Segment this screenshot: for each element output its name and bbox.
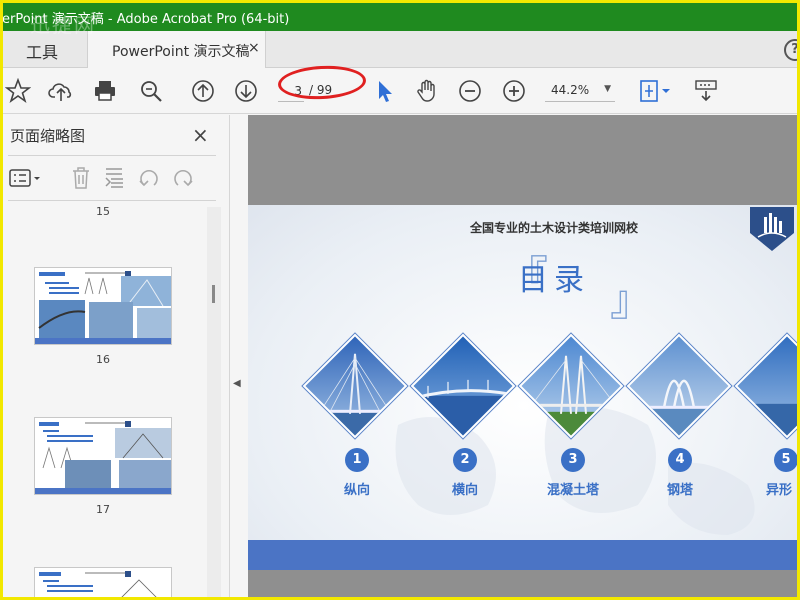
hand-icon[interactable]	[414, 78, 440, 104]
page-up-icon[interactable]	[190, 78, 216, 104]
slide-bracket-right: 』	[610, 276, 653, 325]
page-down-icon[interactable]	[233, 78, 259, 104]
sidebar-close-icon[interactable]: ×	[192, 123, 209, 147]
toc-label-1[interactable]: 纵向	[317, 479, 397, 498]
slide-title: 目录	[518, 263, 590, 298]
document-viewport[interactable]: 全国专业的土木设计类培训网校 『 目录 』 1 2 3 4 5 纵向 横向 混凝…	[248, 115, 800, 600]
zoom-search-icon[interactable]	[138, 78, 164, 104]
thumbnail-label: 17	[96, 503, 110, 516]
chevron-down-icon: ▼	[604, 84, 611, 94]
slide-page: 全国专业的土木设计类培训网校 『 目录 』 1 2 3 4 5 纵向 横向 混凝…	[248, 205, 800, 570]
toc-number-1: 1	[345, 448, 369, 472]
rotate-right-icon[interactable]	[170, 165, 196, 191]
tab-bar: 工具 PowerPoint 演示文稿 × ?	[0, 31, 800, 69]
tab-document-label: PowerPoint 演示文稿	[112, 44, 250, 60]
slide-subtitle: 全国专业的土木设计类培训网校	[469, 221, 638, 235]
site-watermark: 迅捷网	[30, 13, 96, 37]
zoom-level-value: 44.2%	[551, 83, 590, 97]
tab-document[interactable]: PowerPoint 演示文稿 ×	[88, 31, 266, 69]
toc-label-5[interactable]: 异形	[746, 479, 800, 498]
toc-label-2[interactable]: 横向	[425, 479, 505, 498]
thumbnail-sidebar: 页面缩略图 × 15 16 17	[0, 115, 230, 600]
sidebar-title: 页面缩略图	[10, 127, 86, 145]
thumbnail-page-18[interactable]	[34, 567, 172, 600]
thumbnail-page-17[interactable]	[34, 417, 172, 495]
zoom-level-select[interactable]: 44.2% ▼	[545, 80, 615, 102]
sidebar-divider	[8, 155, 216, 156]
toc-number-3: 3	[561, 448, 585, 472]
scroll-mode-icon[interactable]	[693, 78, 719, 104]
thumbnail-options-icon[interactable]	[8, 165, 40, 191]
zoom-out-icon[interactable]	[457, 78, 483, 104]
toc-number-5: 5	[774, 448, 798, 472]
thumbnail-label: 15	[96, 205, 110, 218]
sidebar-scrollbar[interactable]	[207, 207, 221, 600]
extract-pages-icon[interactable]	[102, 165, 128, 191]
sidebar-divider-2	[8, 200, 216, 201]
star-icon[interactable]	[4, 77, 32, 104]
zoom-in-icon[interactable]	[501, 78, 527, 104]
sidebar-toolbar	[8, 165, 218, 193]
print-icon[interactable]	[92, 78, 118, 104]
trash-icon[interactable]	[68, 165, 94, 191]
select-arrow-icon[interactable]	[372, 78, 398, 104]
help-icon[interactable]: ?	[784, 39, 800, 61]
thumbnail-page-16[interactable]	[34, 267, 172, 345]
collapse-sidebar-icon[interactable]: ◀	[233, 378, 241, 389]
slide-footer-bar	[248, 540, 800, 570]
fit-page-icon[interactable]	[638, 78, 674, 104]
window-titlebar: erPoint 演示文稿 - Adobe Acrobat Pro (64-bit…	[0, 0, 800, 31]
tab-close-icon[interactable]: ×	[248, 40, 260, 56]
rotate-left-icon[interactable]	[136, 165, 162, 191]
thumbnail-label: 16	[96, 353, 110, 366]
cloud-upload-icon[interactable]	[48, 78, 74, 104]
school-logo	[750, 207, 794, 251]
toc-number-4: 4	[668, 448, 692, 472]
toc-label-3[interactable]: 混凝土塔	[533, 479, 613, 498]
toc-number-2: 2	[453, 448, 477, 472]
main-toolbar: / 99 44.2% ▼	[0, 68, 800, 114]
toc-label-4[interactable]: 钢塔	[640, 479, 720, 498]
thumbnail-list: 15 16 17	[0, 203, 222, 600]
sidebar-scrollbar-thumb[interactable]	[212, 285, 215, 303]
